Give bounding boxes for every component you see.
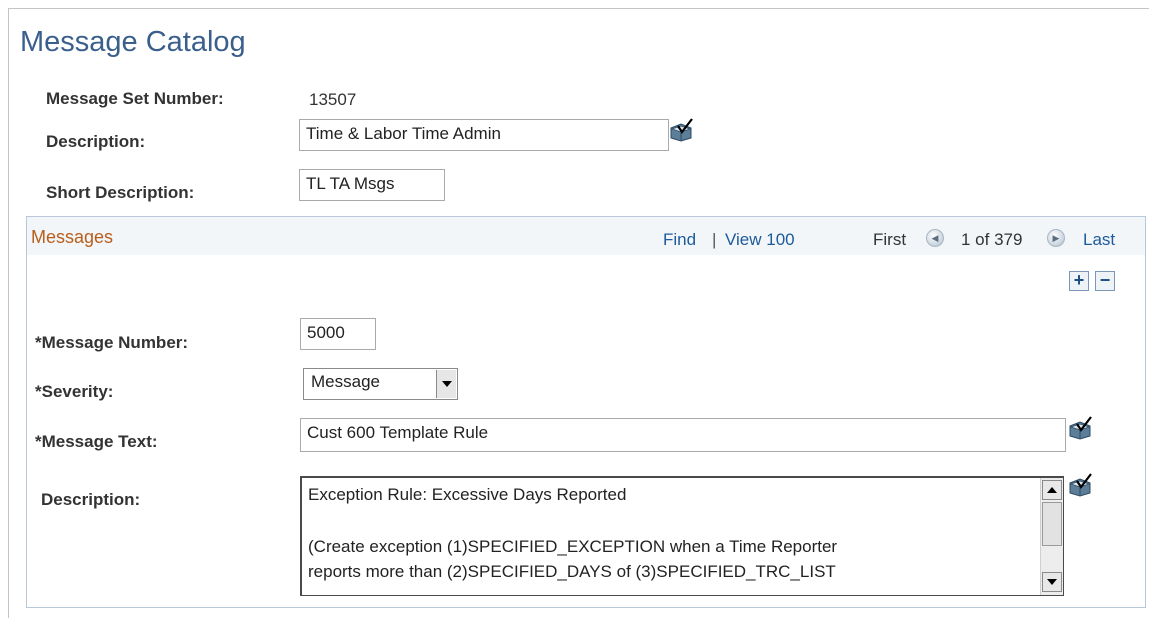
- top-divider: [8, 8, 1149, 9]
- chevron-down-icon[interactable]: [436, 370, 456, 398]
- scroll-down-icon[interactable]: [1042, 572, 1062, 592]
- description-text-label: Description:: [41, 490, 141, 509]
- last-link[interactable]: Last: [1083, 230, 1115, 250]
- severity-label: *Severity:: [35, 382, 114, 401]
- find-link[interactable]: Find: [663, 230, 696, 250]
- severity-select[interactable]: Message: [303, 368, 458, 400]
- short-description-label: Short Description:: [46, 183, 195, 202]
- description-line: reports more than (2)SPECIFIED_DAYS of (…: [308, 562, 836, 581]
- message-text-label: *Message Text:: [35, 432, 158, 451]
- spellcheck-icon[interactable]: [668, 118, 694, 142]
- view-100-link[interactable]: View 100: [725, 230, 795, 250]
- description-textarea[interactable]: Exception Rule: Excessive Days Reported …: [300, 476, 1064, 596]
- next-arrow-icon[interactable]: ▶: [1047, 229, 1065, 247]
- delete-row-button[interactable]: −: [1095, 271, 1115, 291]
- spellcheck-icon[interactable]: [1067, 473, 1093, 497]
- description-label: Description:: [46, 132, 146, 151]
- previous-arrow-icon[interactable]: ◀: [926, 229, 944, 247]
- first-label: First: [873, 230, 907, 249]
- description-field[interactable]: Time & Labor Time Admin: [299, 119, 669, 151]
- scroll-up-icon[interactable]: [1042, 480, 1062, 500]
- spellcheck-icon[interactable]: [1067, 416, 1093, 440]
- message-set-number-value: 13507: [309, 90, 357, 109]
- description-line: Exception Rule: Excessive Days Reported: [308, 485, 627, 504]
- message-set-number-label: Message Set Number:: [46, 89, 224, 108]
- message-text-field[interactable]: Cust 600 Template Rule: [300, 418, 1066, 452]
- message-number-field[interactable]: 5000: [300, 318, 376, 350]
- page-title: Message Catalog: [20, 26, 246, 58]
- row-position: 1 of 379: [961, 230, 1023, 249]
- messages-grid: Messages Find | View 100 First ◀ 1 of 37…: [26, 216, 1146, 608]
- description-line: (Create exception (1)SPECIFIED_EXCEPTION…: [308, 537, 838, 556]
- grid-header: Messages Find | View 100 First ◀ 1 of 37…: [27, 217, 1145, 255]
- nav-separator: |: [712, 230, 717, 249]
- left-divider: [8, 8, 9, 618]
- short-description-field[interactable]: TL TA Msgs: [299, 169, 445, 201]
- severity-value: Message: [311, 372, 380, 391]
- grid-title: Messages: [31, 227, 114, 247]
- add-row-button[interactable]: +: [1069, 271, 1089, 291]
- message-number-label: *Message Number:: [35, 333, 189, 352]
- description-scrollbar[interactable]: [1040, 478, 1063, 595]
- scroll-thumb[interactable]: [1042, 502, 1062, 546]
